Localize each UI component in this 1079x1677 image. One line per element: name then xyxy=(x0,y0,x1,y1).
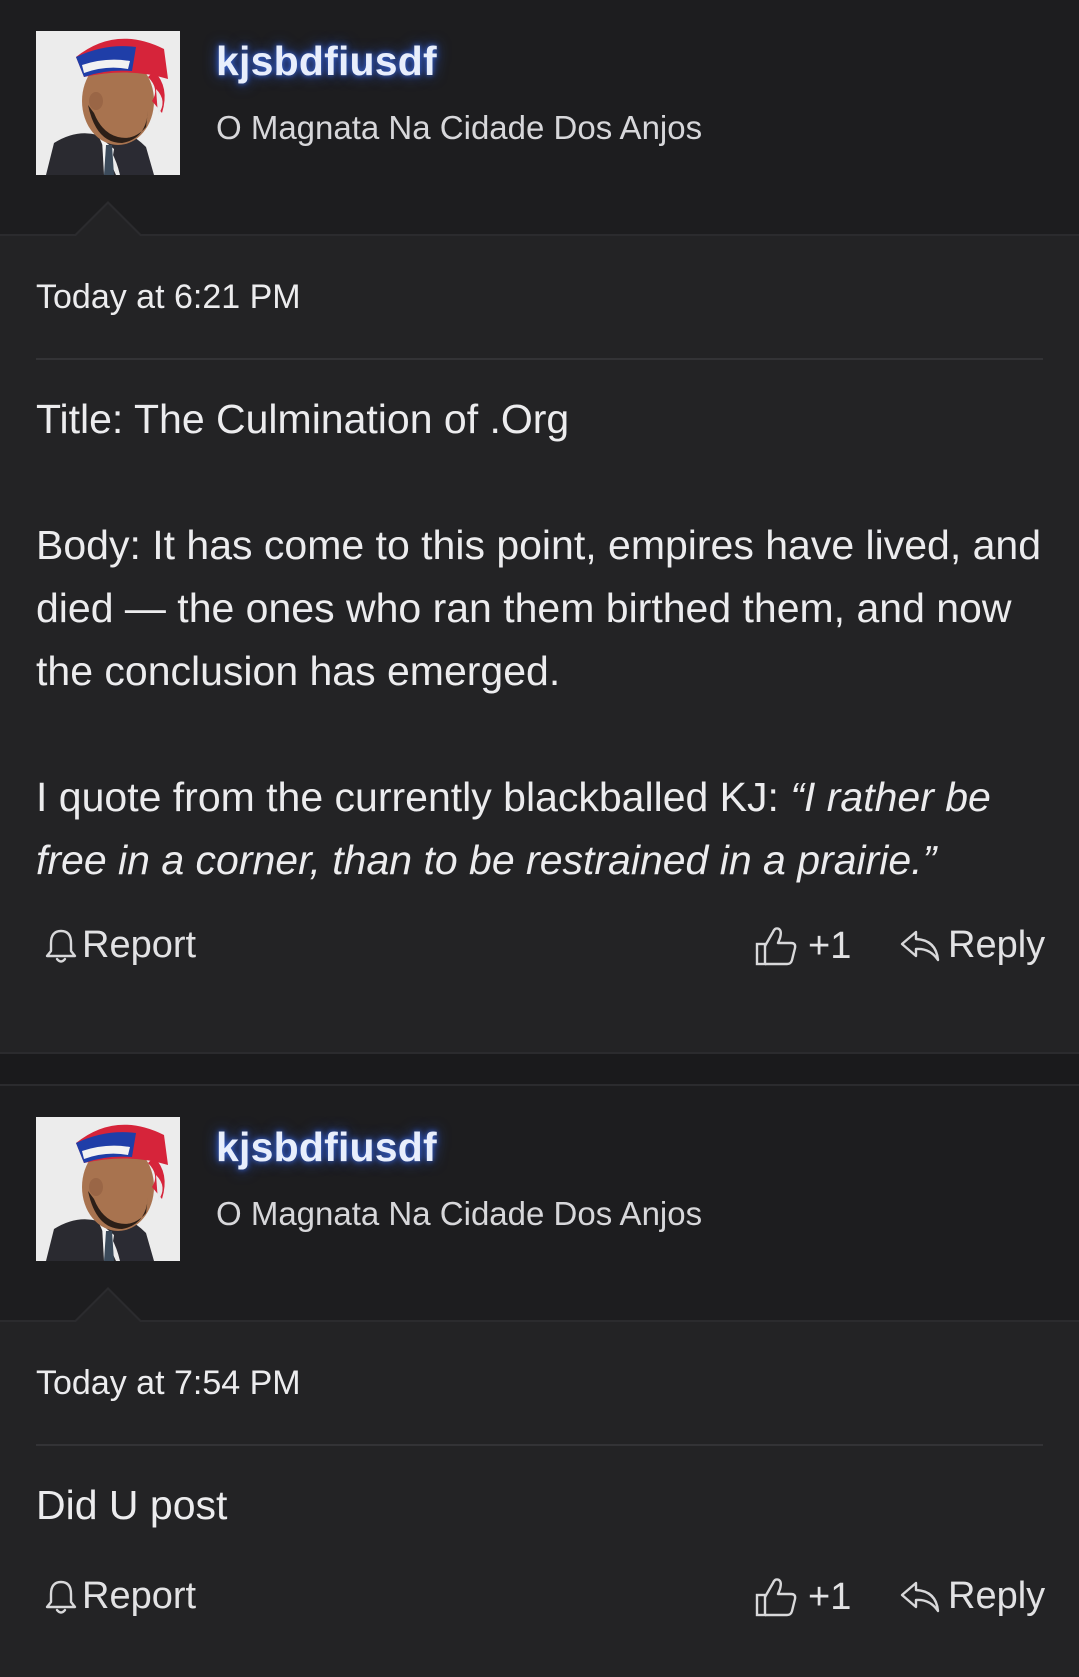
timestamp[interactable]: Today at 6:21 PM xyxy=(36,236,1043,338)
avatar[interactable] xyxy=(36,1117,180,1261)
post-paragraph: Did U post xyxy=(36,1482,228,1528)
avatar[interactable] xyxy=(36,31,180,175)
post-header: kjsbdfiusdf O Magnata Na Cidade Dos Anjo… xyxy=(0,1086,1079,1322)
user-title: O Magnata Na Cidade Dos Anjos xyxy=(216,1195,703,1232)
username[interactable]: kjsbdfiusdf xyxy=(216,1124,437,1171)
quote-intro: I quote from the currently blackballed K… xyxy=(36,774,791,820)
post-paragraph: Body: It has come to this point, empires… xyxy=(36,522,1042,694)
report-button[interactable]: Report xyxy=(44,1575,196,1618)
like-button[interactable]: +1 xyxy=(754,924,851,968)
username[interactable]: kjsbdfiusdf xyxy=(216,38,437,85)
post-body: Today at 6:21 PM Title: The Culmination … xyxy=(0,236,1079,984)
post-separator xyxy=(0,1052,1079,1086)
bell-icon xyxy=(44,1578,78,1616)
post-actions: Report +1 Reply xyxy=(36,1575,1045,1635)
post-paragraph: Title: The Culmination of .Org xyxy=(36,396,570,442)
post-header: kjsbdfiusdf O Magnata Na Cidade Dos Anjo… xyxy=(0,0,1079,236)
post-content: Did U post xyxy=(36,1446,1043,1537)
report-label: Report xyxy=(82,1575,197,1617)
post-actions: Report +1 Reply xyxy=(36,924,1045,984)
reply-button[interactable]: Reply xyxy=(898,924,1045,967)
avatar-image xyxy=(36,1117,180,1261)
header-notch-fill xyxy=(76,1290,140,1322)
post: kjsbdfiusdf O Magnata Na Cidade Dos Anjo… xyxy=(0,0,1079,1052)
timestamp[interactable]: Today at 7:54 PM xyxy=(36,1322,1043,1424)
reply-arrow-icon xyxy=(898,1577,942,1617)
post: kjsbdfiusdf O Magnata Na Cidade Dos Anjo… xyxy=(0,1086,1079,1677)
report-button[interactable]: Report xyxy=(44,924,196,967)
avatar-image xyxy=(36,31,180,175)
report-label: Report xyxy=(82,924,197,966)
reply-label: Reply xyxy=(948,924,1046,966)
like-button[interactable]: +1 xyxy=(754,1575,851,1619)
post-quote-paragraph: I quote from the currently blackballed K… xyxy=(36,766,1043,892)
post-content: Title: The Culmination of .Org Body: It … xyxy=(36,360,1043,892)
user-title: O Magnata Na Cidade Dos Anjos xyxy=(216,109,703,146)
reply-button[interactable]: Reply xyxy=(898,1575,1045,1618)
thumbs-up-icon xyxy=(754,1575,798,1619)
like-count: +1 xyxy=(808,924,852,967)
post-body: Today at 7:54 PM Did U post Report +1 Re… xyxy=(0,1322,1079,1635)
thumbs-up-icon xyxy=(754,924,798,968)
reply-label: Reply xyxy=(948,1575,1046,1617)
header-notch-fill xyxy=(76,204,140,236)
bell-icon xyxy=(44,927,78,965)
reply-arrow-icon xyxy=(898,926,942,966)
like-count: +1 xyxy=(808,1575,852,1618)
